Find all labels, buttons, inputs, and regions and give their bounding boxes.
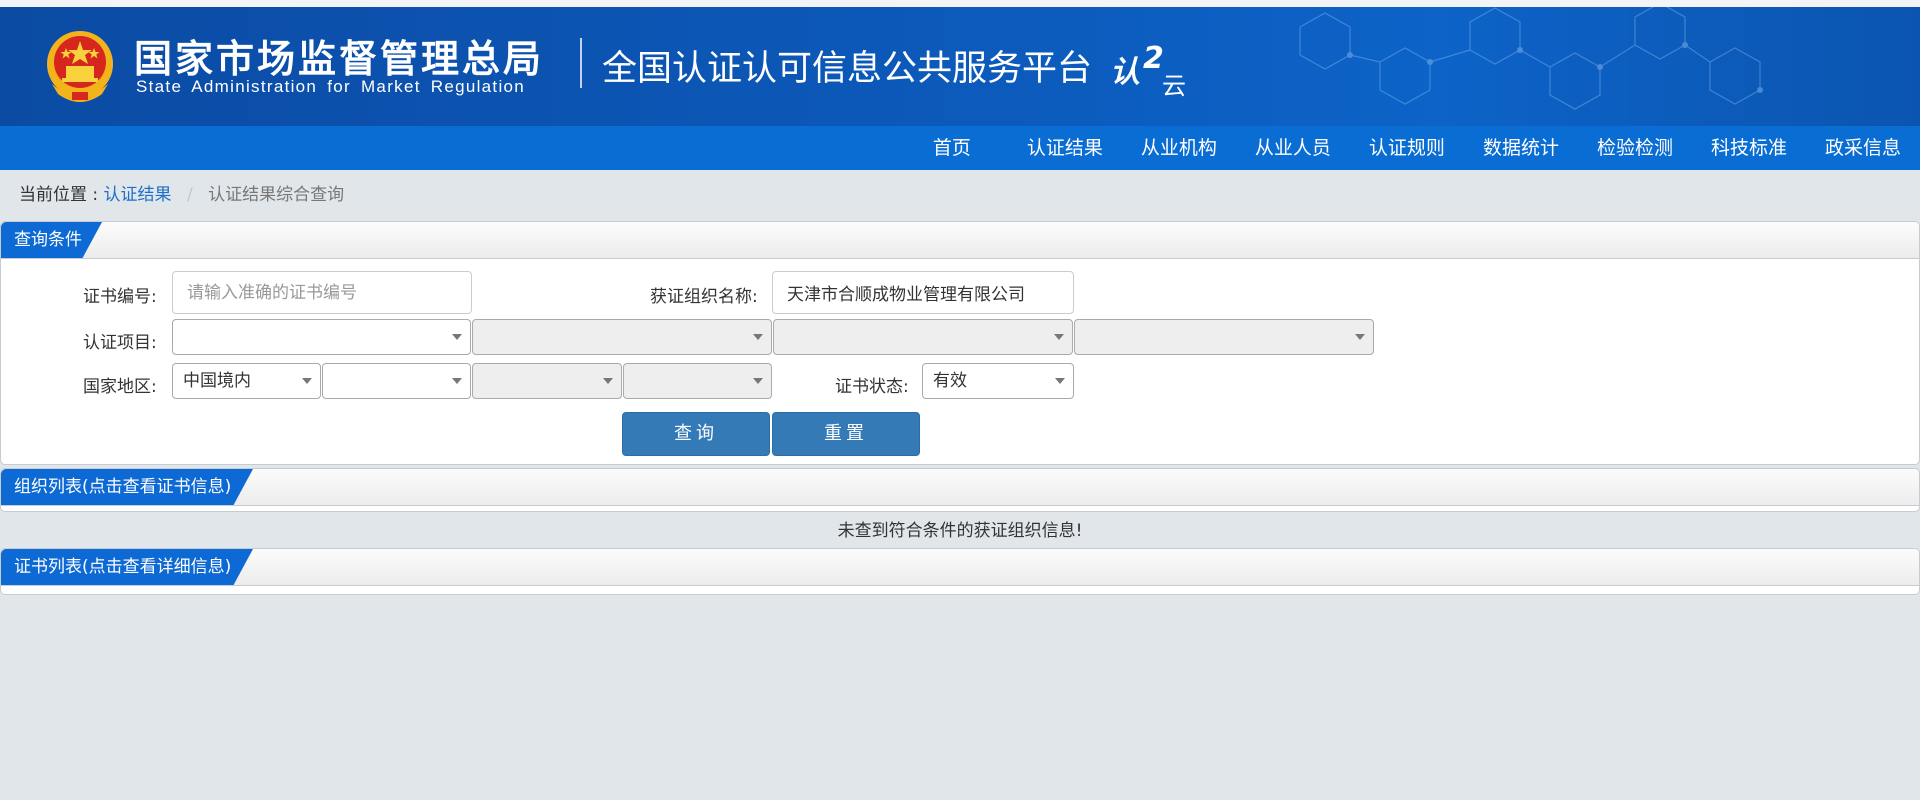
chevron-down-icon [302, 378, 312, 384]
panel-header: 组织列表(点击查看证书信息) [1, 469, 1919, 506]
header-top-strip [0, 0, 1920, 7]
chevron-down-icon [1054, 334, 1064, 340]
nav-item-procurement[interactable]: 政采信息 [1806, 126, 1920, 170]
org-list-empty-message: 未查到符合条件的获证组织信息! [837, 521, 1083, 541]
chevron-down-icon [603, 378, 613, 384]
org-list-panel: 组织列表(点击查看证书信息) [0, 468, 1920, 512]
main-navbar: 首页 认证结果 从业机构 从业人员 认证规则 数据统计 检验检测 科技标准 政采… [0, 126, 1920, 170]
cert-list-panel: 证书列表(点击查看详细信息) [0, 548, 1920, 595]
nav-item-statistics[interactable]: 数据统计 [1464, 126, 1578, 170]
cert-no-input[interactable] [172, 271, 472, 314]
breadcrumb-link-cert-results[interactable]: 认证结果 [104, 185, 172, 205]
select-value: 中国境内 [183, 371, 251, 391]
cert-no-label: 证书编号: [83, 287, 157, 307]
org-name-input[interactable] [772, 271, 1074, 314]
nav-item-personnel[interactable]: 从业人员 [1236, 126, 1350, 170]
renzheng-cloud-logo: 认 2 云 [1110, 38, 1192, 100]
nav-item-cert-results[interactable]: 认证结果 [1008, 126, 1122, 170]
logo-char-sub: 云 [1162, 72, 1186, 100]
region-select-country[interactable]: 中国境内 [172, 363, 321, 399]
brand-chinese-name: 国家市场监督管理总局 [134, 37, 545, 81]
nav-items: 首页 认证结果 从业机构 从业人员 认证规则 数据统计 检验检测 科技标准 政采… [914, 126, 1920, 170]
panel-title: 查询条件 [1, 222, 102, 258]
cert-item-select-1[interactable] [172, 319, 471, 355]
national-emblem-icon [47, 31, 113, 102]
cert-item-select-3[interactable] [773, 319, 1073, 355]
region-label: 国家地区: [83, 377, 157, 397]
breadcrumb-current: 认证结果综合查询 [208, 185, 345, 205]
org-name-label: 获证组织名称: [650, 287, 758, 307]
chevron-down-icon [1355, 334, 1365, 340]
brand-english-name: State Administration for Market Regulati… [136, 77, 526, 96]
chevron-down-icon [452, 378, 462, 384]
nav-item-institutions[interactable]: 从业机构 [1122, 126, 1236, 170]
cert-status-select[interactable]: 有效 [922, 363, 1074, 399]
cert-item-label: 认证项目: [83, 333, 157, 353]
logo-char-main: 认 [1110, 55, 1140, 90]
reset-button[interactable]: 重置 [772, 412, 920, 456]
logo-graphic: 认 2 云 [1110, 41, 1186, 100]
panel-header: 证书列表(点击查看详细信息) [1, 549, 1919, 586]
brand-divider [580, 38, 582, 88]
cert-status-label: 证书状态: [835, 377, 909, 397]
region-select-city[interactable] [472, 363, 622, 399]
region-select-district[interactable] [623, 363, 772, 399]
nav-item-cert-rules[interactable]: 认证规则 [1350, 126, 1464, 170]
chevron-down-icon [1055, 378, 1065, 384]
panel-header: 查询条件 [1, 222, 1919, 259]
hexagon-decoration [1299, 7, 1763, 110]
panel-title: 证书列表(点击查看详细信息) [1, 549, 254, 585]
breadcrumb-separator: / [186, 185, 193, 205]
region-select-province[interactable] [322, 363, 471, 399]
breadcrumb-prefix: 当前位置 : [19, 185, 99, 205]
panel-title: 组织列表(点击查看证书信息) [1, 469, 254, 505]
query-conditions-panel: 查询条件 证书编号: 获证组织名称: 认证项目: 国家地区: 中国境内 证书状态… [0, 221, 1920, 465]
site-header: 国家市场监督管理总局 State Administration for Mark… [0, 0, 1920, 126]
chevron-down-icon [753, 378, 763, 384]
breadcrumb: 当前位置 : 认证结果 / 认证结果综合查询 [19, 180, 344, 205]
platform-title: 全国认证认可信息公共服务平台 [602, 49, 1093, 89]
select-value: 有效 [933, 371, 967, 391]
chevron-down-icon [452, 334, 462, 340]
logo-char-num: 2 [1143, 41, 1164, 76]
query-button[interactable]: 查询 [622, 412, 770, 456]
nav-item-inspection[interactable]: 检验检测 [1578, 126, 1692, 170]
nav-item-standards[interactable]: 科技标准 [1692, 126, 1806, 170]
chevron-down-icon [753, 334, 763, 340]
nav-item-home[interactable]: 首页 [914, 126, 1008, 170]
cert-item-select-4[interactable] [1074, 319, 1374, 355]
cert-item-select-2[interactable] [472, 319, 772, 355]
